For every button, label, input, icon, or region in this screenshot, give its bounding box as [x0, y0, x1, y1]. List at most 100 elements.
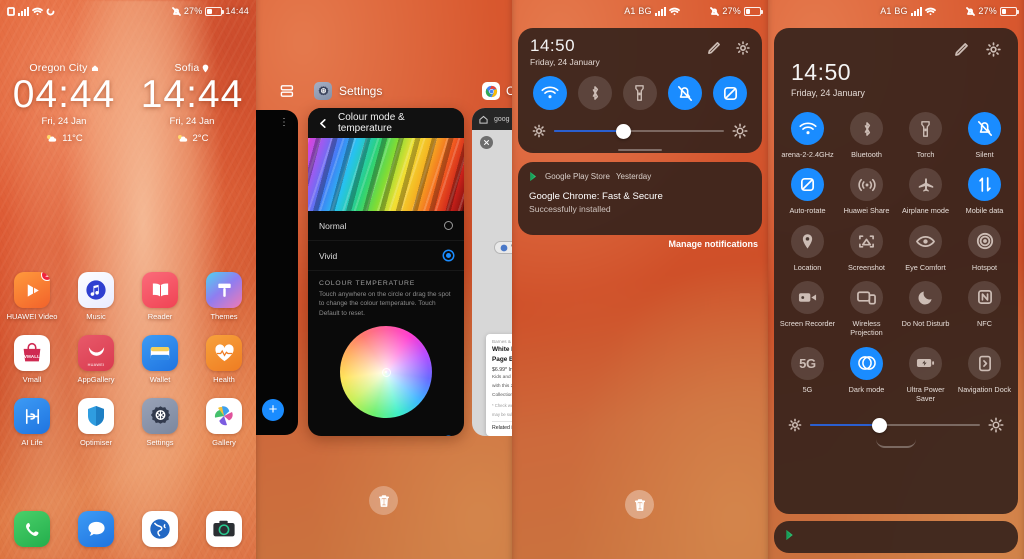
- option-vivid[interactable]: Vivid: [308, 241, 464, 271]
- back-arrow-icon[interactable]: [318, 118, 329, 129]
- colour-temperature-wheel[interactable]: [340, 326, 432, 419]
- app-icon-gallery[interactable]: Gallery: [192, 398, 256, 447]
- gear-icon[interactable]: [986, 42, 1001, 57]
- share-waves-icon[interactable]: [850, 168, 883, 202]
- radio-vivid[interactable]: [444, 251, 453, 260]
- tile-airplane-mode[interactable]: Airplane mode: [896, 168, 955, 215]
- toggle-wifi[interactable]: [532, 76, 567, 110]
- pencil-icon[interactable]: [707, 41, 721, 55]
- eye-icon[interactable]: [909, 224, 942, 258]
- notification-card-collapsed[interactable]: [774, 521, 1018, 553]
- cast-icon[interactable]: [850, 280, 883, 314]
- toggle-silent[interactable]: [668, 76, 703, 110]
- bell-off-icon[interactable]: [968, 112, 1001, 145]
- brightness-knob[interactable]: [616, 123, 632, 139]
- tile-5g[interactable]: 5G 5G: [778, 346, 837, 404]
- gear-icon[interactable]: [736, 41, 750, 55]
- brightness-track[interactable]: [554, 123, 724, 139]
- clock-oregon[interactable]: Oregon City 04:44 Fri, 24 Jan 11°C: [0, 62, 128, 144]
- radio-normal[interactable]: [444, 221, 453, 230]
- tile-do-not-disturb[interactable]: Do Not Disturb: [896, 280, 955, 338]
- app-icon-optimiser[interactable]: Optimiser: [64, 398, 128, 447]
- video-camera-icon[interactable]: [791, 280, 824, 314]
- shade-drag-handle[interactable]: [618, 149, 662, 151]
- tile-bluetooth[interactable]: Bluetooth: [837, 112, 896, 159]
- clear-all-button[interactable]: [369, 486, 398, 515]
- brightness-knob[interactable]: [872, 417, 888, 433]
- brightness-slider[interactable]: [774, 417, 1018, 433]
- dock-icon-messages[interactable]: [64, 511, 128, 547]
- 5g-icon[interactable]: 5G: [791, 346, 824, 380]
- manage-notifications-link[interactable]: Manage notifications: [668, 239, 758, 249]
- rotate-lock-icon[interactable]: [791, 168, 824, 202]
- app-icon-reader[interactable]: Reader: [128, 272, 192, 321]
- tile-torch[interactable]: Torch: [896, 112, 955, 159]
- toggle-bluetooth[interactable]: [577, 76, 612, 110]
- app-icon-themes[interactable]: Themes: [192, 272, 256, 321]
- visit-site-chip[interactable]: Visi: [494, 241, 512, 254]
- tile-huawei-share[interactable]: Huawei Share: [837, 168, 896, 215]
- screenshot-icon[interactable]: [850, 224, 883, 258]
- app-icon-appgallery[interactable]: HUAWEI AppGallery: [64, 335, 128, 384]
- app-icon-ai-life[interactable]: AI Life: [0, 398, 64, 447]
- tile-mobile-data[interactable]: Mobile data: [955, 168, 1014, 215]
- tile-wireless-projection[interactable]: Wireless Projection: [837, 280, 896, 338]
- tile-nfc[interactable]: NFC: [955, 280, 1014, 338]
- tile-location[interactable]: Location: [778, 224, 837, 272]
- shade-drag-handle[interactable]: [876, 439, 916, 449]
- tile-silent[interactable]: Silent: [955, 112, 1014, 159]
- dock-icon-browser[interactable]: [128, 511, 192, 547]
- tile-wifi[interactable]: arena-2-2.4GHz: [778, 112, 837, 159]
- moon-icon[interactable]: [909, 280, 942, 314]
- dock-icon-phone[interactable]: [0, 511, 64, 547]
- tile-hotspot[interactable]: Hotspot: [955, 224, 1014, 272]
- wifi-icon[interactable]: [791, 112, 824, 145]
- dock-icon-camera[interactable]: [192, 511, 256, 547]
- add-button[interactable]: +: [262, 399, 284, 421]
- tile-eye-comfort[interactable]: Eye Comfort: [896, 224, 955, 272]
- tile-screen-recorder[interactable]: Screen Recorder: [778, 280, 837, 338]
- wheel-selector-dot[interactable]: [381, 367, 391, 377]
- app-icon-health[interactable]: Health: [192, 335, 256, 384]
- recent-card-chrome[interactable]: goog Visi Barnes & Nob White Blank Page …: [472, 108, 512, 436]
- split-screen-icon[interactable]: [280, 84, 294, 98]
- option-normal[interactable]: Normal: [308, 211, 464, 241]
- app-icon-music[interactable]: Music: [64, 272, 128, 321]
- tile-navigation-dock[interactable]: Navigation Dock: [955, 346, 1014, 404]
- notification-card[interactable]: Google Play Store Yesterday Google Chrom…: [518, 162, 762, 235]
- app-icon-wallet[interactable]: Wallet: [128, 335, 192, 384]
- app-icon-vmall[interactable]: VMALL Vmall: [0, 335, 64, 384]
- toggle-auto-rotate[interactable]: [713, 76, 748, 110]
- tile-screenshot[interactable]: Screenshot: [837, 224, 896, 272]
- home-icon[interactable]: [479, 115, 488, 124]
- hotspot-icon[interactable]: [968, 224, 1001, 258]
- brightness-slider[interactable]: [518, 123, 762, 139]
- chrome-close-icon[interactable]: [480, 136, 493, 149]
- tile-ultra-power-saver[interactable]: Ultra Power Saver: [896, 346, 955, 404]
- torch-icon[interactable]: [909, 112, 942, 145]
- bn-product-card[interactable]: Barnes & Nob White Blank Page Book f $6.…: [486, 334, 512, 436]
- chrome-url[interactable]: goog: [494, 116, 510, 123]
- battery-bolt-icon[interactable]: [909, 346, 942, 380]
- clock-sofia[interactable]: Sofia 14:44 Fri, 24 Jan 2°C: [128, 62, 256, 144]
- tile-auto-rotate[interactable]: Auto-rotate: [778, 168, 837, 215]
- location-pin-icon[interactable]: [791, 224, 824, 258]
- contrast-icon[interactable]: [850, 346, 883, 380]
- tile-dark-mode[interactable]: Dark mode: [837, 346, 896, 404]
- recent-card-settings[interactable]: Colour mode & temperature Normal Vivid C…: [308, 108, 464, 436]
- dual-clock-widget[interactable]: Oregon City 04:44 Fri, 24 Jan 11°C Sofia…: [0, 62, 256, 144]
- nav-dock-icon[interactable]: [968, 346, 1001, 380]
- toggle-torch[interactable]: [622, 76, 657, 110]
- clear-all-button[interactable]: [625, 490, 654, 519]
- data-arrows-icon[interactable]: [968, 168, 1001, 202]
- recent-card-previous[interactable]: ⋮ +: [256, 110, 298, 435]
- pencil-icon[interactable]: [954, 42, 969, 57]
- nfc-icon[interactable]: [968, 280, 1001, 314]
- bluetooth-icon[interactable]: [850, 112, 883, 145]
- more-options-icon[interactable]: ⋮: [279, 118, 289, 128]
- airplane-icon[interactable]: [909, 168, 942, 202]
- brightness-track[interactable]: [810, 417, 980, 433]
- app-icon-settings[interactable]: Settings: [128, 398, 192, 447]
- app-icon-huawei-video[interactable]: 1 HUAWEI Video: [0, 272, 64, 321]
- option-default[interactable]: Default: [308, 426, 464, 436]
